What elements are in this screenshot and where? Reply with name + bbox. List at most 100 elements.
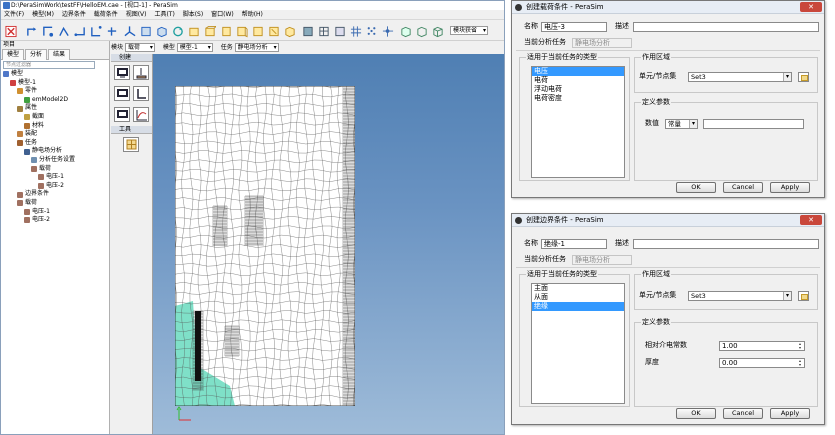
select-element-icon[interactable] <box>105 24 119 38</box>
create-bc-icon[interactable] <box>133 65 149 80</box>
render-hidden-icon[interactable] <box>333 24 347 38</box>
view-right-icon[interactable] <box>235 24 249 38</box>
amplitude-curve-icon[interactable] <box>133 107 149 122</box>
tree-node[interactable]: 装配 <box>3 130 109 139</box>
model-select[interactable]: 模型-1 <box>176 43 213 52</box>
close-model-icon[interactable] <box>4 24 18 38</box>
type-item-master[interactable]: 主面 <box>532 284 624 293</box>
manage-load-icon[interactable] <box>114 86 130 101</box>
close-icon[interactable]: ✕ <box>800 2 822 12</box>
menu-view[interactable]: 视图(V) <box>123 10 150 19</box>
tree-node[interactable]: 边界条件 <box>3 190 109 199</box>
select-arrow-icon[interactable] <box>25 24 39 38</box>
task-select[interactable]: 静电场分析 <box>234 43 279 52</box>
type-item-charge-density[interactable]: 电荷密度 <box>532 94 624 103</box>
cube-icon[interactable] <box>399 24 413 38</box>
name-field[interactable]: 电压-3 <box>541 22 607 32</box>
cube-wire-icon[interactable] <box>415 24 429 38</box>
tree-node[interactable]: 截面 <box>3 113 109 122</box>
select-edge-icon[interactable] <box>73 24 87 38</box>
tree-node[interactable]: emModel2D <box>3 96 109 105</box>
select-box-icon[interactable] <box>41 24 55 38</box>
pick-region-icon[interactable] <box>798 291 809 301</box>
view-rotate-icon[interactable] <box>171 24 185 38</box>
spin-arrows-icon[interactable]: ▴ ▾ <box>796 359 804 367</box>
menu-bc[interactable]: 边界条件 <box>59 10 89 19</box>
tree-node[interactable]: 静电场分析 <box>3 147 109 156</box>
view-bottom-icon[interactable] <box>203 24 217 38</box>
cube-edges-icon[interactable] <box>431 24 445 38</box>
graphics-viewport[interactable] <box>153 54 504 434</box>
menu-load[interactable]: 载荷条件 <box>91 10 121 19</box>
thickness-field[interactable]: 0.00 ▴ ▾ <box>719 358 805 368</box>
render-wire-icon[interactable] <box>317 24 331 38</box>
nodeset-select[interactable]: Set3 ▾ <box>688 72 792 82</box>
node-filter-input[interactable]: 节点过滤器 <box>3 61 95 69</box>
tree-node[interactable]: 电压-1 <box>3 173 109 182</box>
type-list[interactable]: 电压 电荷 浮动电荷 电荷密度 <box>531 66 625 178</box>
type-item-slave[interactable]: 从面 <box>532 293 624 302</box>
menu-file[interactable]: 文件(F) <box>1 10 27 19</box>
name-field[interactable]: 绝缘-1 <box>541 239 607 249</box>
ok-button[interactable]: OK <box>676 182 716 193</box>
manage-bc-icon[interactable] <box>133 86 149 101</box>
close-icon[interactable]: ✕ <box>800 215 822 225</box>
analysis-module-combo[interactable]: 模块获省 <box>450 26 488 35</box>
type-list[interactable]: 主面 从面 绝缘 <box>531 283 625 404</box>
description-field[interactable] <box>633 239 819 249</box>
menu-model[interactable]: 模型(M) <box>29 10 57 19</box>
ok-button[interactable]: OK <box>676 408 716 419</box>
menu-help[interactable]: 帮助(H) <box>239 10 266 19</box>
render-shaded-icon[interactable] <box>301 24 315 38</box>
type-item-voltage[interactable]: 电压 <box>532 67 624 76</box>
tab-results[interactable]: 结果 <box>48 49 71 60</box>
select-face-icon[interactable] <box>89 24 103 38</box>
tree-node[interactable]: 模型-1 <box>3 79 109 88</box>
value-mode-select[interactable]: 常量 ▾ <box>665 119 698 129</box>
tree-node[interactable]: 材料 <box>3 122 109 131</box>
tree-node[interactable]: 电压-2 <box>3 216 109 225</box>
tree-node[interactable]: 电压-1 <box>3 208 109 217</box>
triad-icon[interactable] <box>123 24 137 38</box>
field-load-icon[interactable] <box>114 107 130 122</box>
nodeset-select[interactable]: Set3 ▾ <box>688 291 792 301</box>
tree-node[interactable]: 载荷 <box>3 199 109 208</box>
tab-analysis[interactable]: 分析 <box>25 49 48 60</box>
tree-node[interactable]: 零件 <box>3 87 109 96</box>
view-top-icon[interactable] <box>187 24 201 38</box>
tool-set-icon[interactable] <box>123 137 139 152</box>
view-left-icon[interactable] <box>219 24 233 38</box>
module-select[interactable]: 载荷 <box>124 43 155 52</box>
tree-node[interactable]: 电压-2 <box>3 182 109 191</box>
tree-node[interactable]: 模型 <box>3 70 109 79</box>
tree-node[interactable]: 属性 <box>3 104 109 113</box>
select-node-icon[interactable] <box>57 24 71 38</box>
view-iso-icon[interactable] <box>155 24 169 38</box>
tree-node[interactable]: 分析任务设置 <box>3 156 109 165</box>
view-front-icon[interactable] <box>139 24 153 38</box>
cancel-button[interactable]: Cancel <box>723 408 763 419</box>
create-load-icon[interactable] <box>114 65 130 80</box>
menu-script[interactable]: 脚本(S) <box>180 10 207 19</box>
view-perspective-icon[interactable] <box>283 24 297 38</box>
mesh-model[interactable] <box>175 86 355 406</box>
type-item-floating-charge[interactable]: 浮动电荷 <box>532 85 624 94</box>
pick-region-icon[interactable] <box>798 72 809 82</box>
menu-window[interactable]: 窗口(W) <box>208 10 237 19</box>
description-field[interactable] <box>633 22 819 32</box>
mesh-nodes-icon[interactable] <box>381 24 395 38</box>
spin-arrows-icon[interactable]: ▴ ▾ <box>796 342 804 350</box>
type-item-insulation[interactable]: 绝缘 <box>532 302 624 311</box>
menu-tools[interactable]: 工具(T) <box>151 10 177 19</box>
apply-button[interactable]: Apply <box>770 182 810 193</box>
mesh-dots-icon[interactable] <box>365 24 379 38</box>
tree-node[interactable]: 载荷 <box>3 165 109 174</box>
mesh-display-icon[interactable] <box>349 24 363 38</box>
type-item-charge[interactable]: 电荷 <box>532 76 624 85</box>
view-fit-icon[interactable] <box>267 24 281 38</box>
tab-model[interactable]: 模型 <box>2 49 25 60</box>
cancel-button[interactable]: Cancel <box>723 182 763 193</box>
value-field[interactable] <box>703 119 804 129</box>
view-back-icon[interactable] <box>251 24 265 38</box>
permittivity-field[interactable]: 1.00 ▴ ▾ <box>719 341 805 351</box>
